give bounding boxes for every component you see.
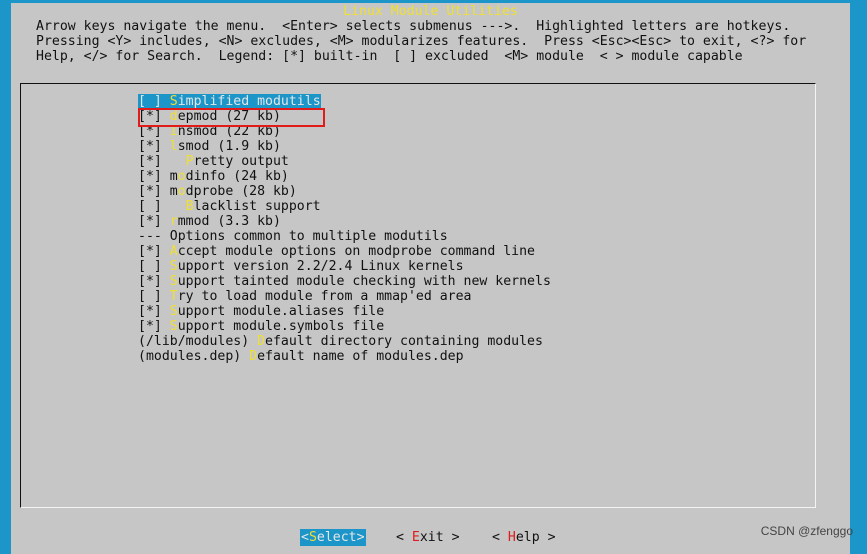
menu-item-label: lacklist support <box>193 199 321 214</box>
menu-item-text: --- Options common to multiple modutils <box>138 229 448 244</box>
menu-item-hotkey: o <box>177 169 186 184</box>
menu-item-hotkey: o <box>177 184 186 199</box>
menu-item-prefix: [*] <box>138 139 170 154</box>
menu-item-hotkey: S <box>169 274 178 289</box>
menu-item-prefix: [*] m <box>138 169 178 184</box>
menu-item-hotkey: r <box>169 214 178 229</box>
menu-item-label: upport version 2.2/2.4 Linux kernels <box>177 259 464 274</box>
menu-item-text: [ ] Try to load module from a mmap'ed ar… <box>138 289 471 304</box>
menu-item-label: mmod (3.3 kb) <box>177 214 281 229</box>
menu-item-prefix: [*] <box>138 319 170 334</box>
select-button-hotkey: S <box>308 530 317 545</box>
menu-item-prefix: [ ] <box>138 289 170 304</box>
help-line-3: Help, </> for Search. Legend: [*] built-… <box>36 49 743 64</box>
menu-item[interactable]: (modules.dep) Default name of modules.de… <box>138 349 551 364</box>
help-button-rest: elp > <box>515 530 556 545</box>
menu-item[interactable]: (/lib/modules) Default directory contain… <box>138 334 551 349</box>
menu-item-prefix: [ ] <box>138 94 170 109</box>
menu-item[interactable]: [*] Support module.symbols file <box>138 319 551 334</box>
menu-item-label: dinfo (24 kb) <box>185 169 289 184</box>
menu-item[interactable]: [ ] Support version 2.2/2.4 Linux kernel… <box>138 259 551 274</box>
help-line-2: Pressing <Y> includes, <N> excludes, <M>… <box>36 34 807 49</box>
menu-item-prefix: [*] m <box>138 184 178 199</box>
menu-item-hotkey: A <box>169 244 178 259</box>
menu-item-text: [*] Support module.symbols file <box>138 319 384 334</box>
menu-item[interactable]: [*] Accept module options on modprobe co… <box>138 244 551 259</box>
dialog-title: Linux Module Utilities <box>343 4 518 19</box>
menu-item[interactable]: [ ] Simplified modutils <box>138 94 551 109</box>
menu-item-hotkey: B <box>185 199 194 214</box>
menu-item[interactable]: [*] lsmod (1.9 kb) <box>138 139 551 154</box>
menu-item-hotkey: D <box>249 349 258 364</box>
menu-item-text: [ ] Support version 2.2/2.4 Linux kernel… <box>138 259 464 274</box>
menu-item-hotkey: S <box>169 304 178 319</box>
menu-item-prefix: [*] <box>138 214 170 229</box>
menu-item-text: [*] rmmod (3.3 kb) <box>138 214 281 229</box>
menu-item-label: upport tainted module checking with new … <box>177 274 551 289</box>
menu-item[interactable]: [*] rmmod (3.3 kb) <box>138 214 551 229</box>
menu-item-text: [ ] Blacklist support <box>138 199 321 214</box>
menu-item-label: smod (1.9 kb) <box>177 139 281 154</box>
menu-item[interactable]: [*] Pretty output <box>138 154 551 169</box>
menu-item[interactable]: [*] Support module.aliases file <box>138 304 551 319</box>
menu-item-label: ry to load module from a mmap'ed area <box>177 289 472 304</box>
menu-item-prefix: [*] <box>138 304 170 319</box>
select-button[interactable]: <Select> <box>300 529 366 546</box>
menu-item-label: upport module.symbols file <box>177 319 385 334</box>
menu-item-text: [*] Support module.aliases file <box>138 304 384 319</box>
menu-item-prefix: --- Options common to multiple modutils <box>138 229 448 244</box>
button-bar: <Select> < Exit > < Help > <box>0 529 867 546</box>
help-text: Arrow keys navigate the menu. <Enter> se… <box>36 19 806 64</box>
menu-item-text: [ ] Simplified modutils <box>138 94 321 109</box>
select-button-pre: < <box>301 530 309 545</box>
menu-item-label: dprobe (28 kb) <box>185 184 297 199</box>
menu-item-label: upport module.aliases file <box>177 304 385 319</box>
menu-item-label: ccept module options on modprobe command… <box>177 244 535 259</box>
help-button-pre: < <box>492 530 508 545</box>
menu-item-text: [*] lsmod (1.9 kb) <box>138 139 281 154</box>
menu-item-prefix: (/lib/modules) <box>138 334 258 349</box>
menu-item-label: implified modutils <box>177 94 321 109</box>
menu-item-text: (modules.dep) Default name of modules.de… <box>138 349 464 364</box>
exit-button-rest: xit > <box>419 530 460 545</box>
menu-item-text: [*] Accept module options on modprobe co… <box>138 244 535 259</box>
menu-item-prefix: [ ] <box>138 259 170 274</box>
menu-item-text: [*] modinfo (24 kb) <box>138 169 289 184</box>
menu-item[interactable]: --- Options common to multiple modutils <box>138 229 551 244</box>
menu-item-hotkey: S <box>169 319 178 334</box>
menu-item-hotkey: P <box>185 154 194 169</box>
menu-item-text: [*] Pretty output <box>138 154 289 169</box>
menu-item[interactable]: [*] modinfo (24 kb) <box>138 169 551 184</box>
menu-item-label: retty output <box>193 154 289 169</box>
exit-button-hotkey: E <box>411 530 420 545</box>
exit-button[interactable]: < Exit > <box>396 529 460 546</box>
select-button-rest: elect> <box>316 530 365 545</box>
menu-item-hotkey: T <box>169 289 178 304</box>
menu-item-text: [*] Support tainted module checking with… <box>138 274 551 289</box>
menu-item-label: efault name of modules.dep <box>257 349 464 364</box>
exit-button-pre: < <box>396 530 412 545</box>
help-line-1: Arrow keys navigate the menu. <Enter> se… <box>36 19 791 34</box>
menu-item-prefix: [*] <box>138 244 170 259</box>
menu-item-prefix: [ ] <box>138 199 186 214</box>
menu-item-hotkey: S <box>169 94 178 109</box>
menu-item[interactable]: [ ] Try to load module from a mmap'ed ar… <box>138 289 551 304</box>
help-button[interactable]: < Help > <box>492 529 556 546</box>
watermark: CSDN @zfenggo <box>760 524 853 538</box>
menu-item-label: efault directory containing modules <box>265 334 543 349</box>
menu-item-text: (/lib/modules) Default directory contain… <box>138 334 543 349</box>
menu-item-hotkey: l <box>169 139 178 154</box>
menu-item-hotkey: D <box>257 334 266 349</box>
annotation-highlight-box <box>138 108 325 127</box>
menu-item-hotkey: S <box>169 259 178 274</box>
menu-item-prefix: (modules.dep) <box>138 349 250 364</box>
menu-list[interactable]: [ ] Simplified modutils [*] depmod (27 kb… <box>138 94 551 364</box>
menu-item-prefix: [*] <box>138 154 186 169</box>
menu-item-text: [*] modprobe (28 kb) <box>138 184 297 199</box>
help-button-hotkey: H <box>507 530 516 545</box>
menu-item[interactable]: [*] modprobe (28 kb) <box>138 184 551 199</box>
menu-item[interactable]: [*] Support tainted module checking with… <box>138 274 551 289</box>
menu-item-prefix: [*] <box>138 274 170 289</box>
menu-item[interactable]: [ ] Blacklist support <box>138 199 551 214</box>
